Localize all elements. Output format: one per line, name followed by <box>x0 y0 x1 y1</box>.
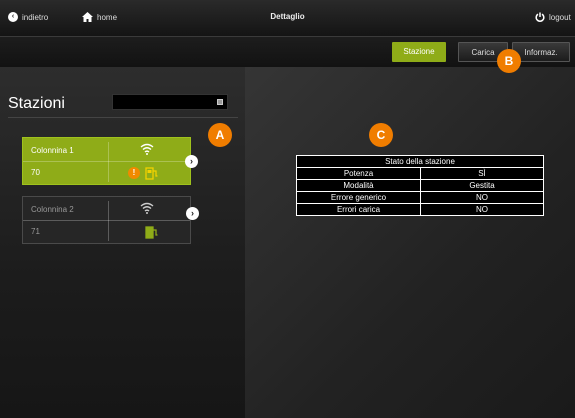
station-detail-panel <box>245 67 575 418</box>
callout-badge-b: B <box>497 49 521 73</box>
wifi-icon <box>140 143 154 155</box>
callout-badge-a: A <box>208 123 232 147</box>
station-status-table: Stato della stazione Potenza SÌ Modalità… <box>296 155 544 216</box>
status-label: Errori carica <box>296 203 421 216</box>
status-value: NO <box>420 203 544 216</box>
card-divider <box>108 142 109 182</box>
station-card-colonnina-2[interactable]: Colonnina 2 71 <box>22 196 191 244</box>
open-station-2-button[interactable]: › <box>186 207 199 220</box>
dropdown-icon <box>217 99 223 105</box>
wifi-icon <box>140 202 154 214</box>
tab-stazione[interactable]: Stazione <box>392 42 446 62</box>
logout-button[interactable]: logout <box>535 12 571 22</box>
plug-icon <box>145 167 158 180</box>
page-title: Dettaglio <box>270 12 305 21</box>
card-divider <box>108 201 109 241</box>
card-divider <box>23 220 190 221</box>
tab-bar: Stazione Carica Informaz. <box>0 37 575 67</box>
table-row: Modalità Gestita <box>296 179 544 192</box>
warning-icon: ! <box>128 167 140 179</box>
station-id: 70 <box>31 168 40 177</box>
status-label: Errore generico <box>296 191 421 204</box>
table-row: Errori carica NO <box>296 203 544 216</box>
status-value: SÌ <box>420 167 544 180</box>
station-name: Colonnina 2 <box>31 205 74 214</box>
stations-select[interactable] <box>112 94 228 110</box>
plug-icon <box>145 226 158 239</box>
station-card-colonnina-1[interactable]: Colonnina 1 70 ! <box>22 137 191 185</box>
stations-title: Stazioni <box>8 95 65 112</box>
card-divider <box>23 161 190 162</box>
status-value: NO <box>420 191 544 204</box>
station-id: 71 <box>31 227 40 236</box>
open-station-1-button[interactable]: › <box>185 155 198 168</box>
divider <box>8 117 238 118</box>
power-icon <box>535 12 545 22</box>
status-value: Gestita <box>420 179 544 192</box>
status-label: Modalità <box>296 179 421 192</box>
status-table-title: Stato della stazione <box>296 155 544 168</box>
station-name: Colonnina 1 <box>31 146 74 155</box>
top-bar: ‹ indietro home Dettaglio logout <box>0 0 575 37</box>
status-label: Potenza <box>296 167 421 180</box>
table-row: Potenza SÌ <box>296 167 544 180</box>
table-row: Errore generico NO <box>296 191 544 204</box>
callout-badge-c: C <box>369 123 393 147</box>
logout-label: logout <box>549 12 571 22</box>
